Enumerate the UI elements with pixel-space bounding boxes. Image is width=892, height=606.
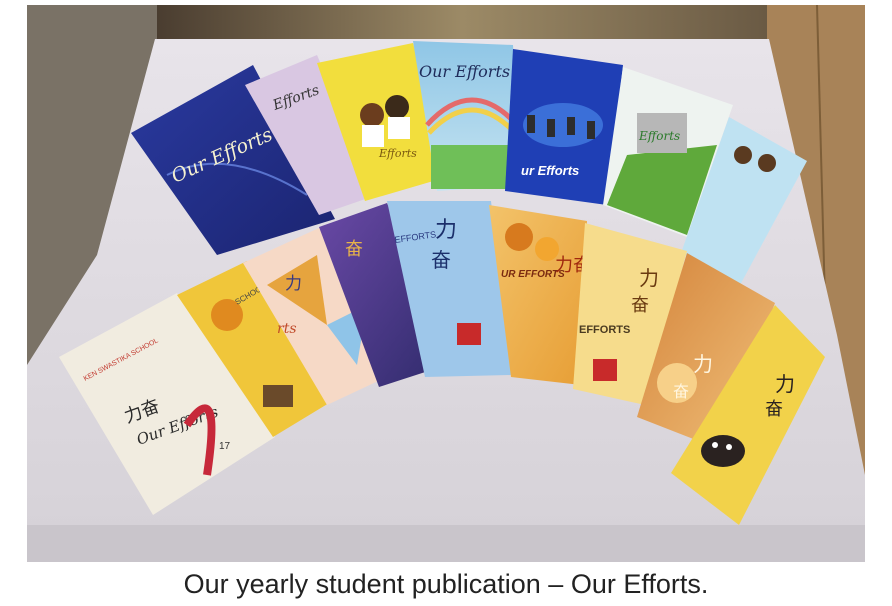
photo-caption: Our yearly student publication – Our Eff… <box>183 569 709 599</box>
svg-text:EFFORTS: EFFORTS <box>579 324 630 336</box>
svg-text:17: 17 <box>219 441 231 452</box>
svg-text:奋: 奋 <box>345 239 363 259</box>
back-cabinet <box>157 5 767 43</box>
svg-text:力: 力 <box>775 373 795 396</box>
svg-text:力: 力 <box>693 353 713 376</box>
svg-text:力: 力 <box>435 217 457 242</box>
svg-text:力: 力 <box>639 267 659 290</box>
svg-text:ur Efforts: ur Efforts <box>521 163 579 178</box>
photo-publications: Our Efforts Efforts Efforts Our Efforts … <box>27 5 865 562</box>
table-edge <box>27 525 865 562</box>
svg-text:力: 力 <box>285 274 302 293</box>
svg-text:rts: rts <box>277 321 297 337</box>
svg-text:Efforts: Efforts <box>378 147 417 160</box>
svg-text:Efforts: Efforts <box>638 129 680 143</box>
svg-text:奋: 奋 <box>431 249 451 272</box>
svg-text:奋: 奋 <box>765 399 783 419</box>
svg-text:Our Efforts: Our Efforts <box>419 62 510 81</box>
svg-text:奋: 奋 <box>673 383 689 401</box>
svg-text:奋: 奋 <box>631 295 649 315</box>
book-stage-ur-efforts: ur Efforts <box>505 49 623 205</box>
